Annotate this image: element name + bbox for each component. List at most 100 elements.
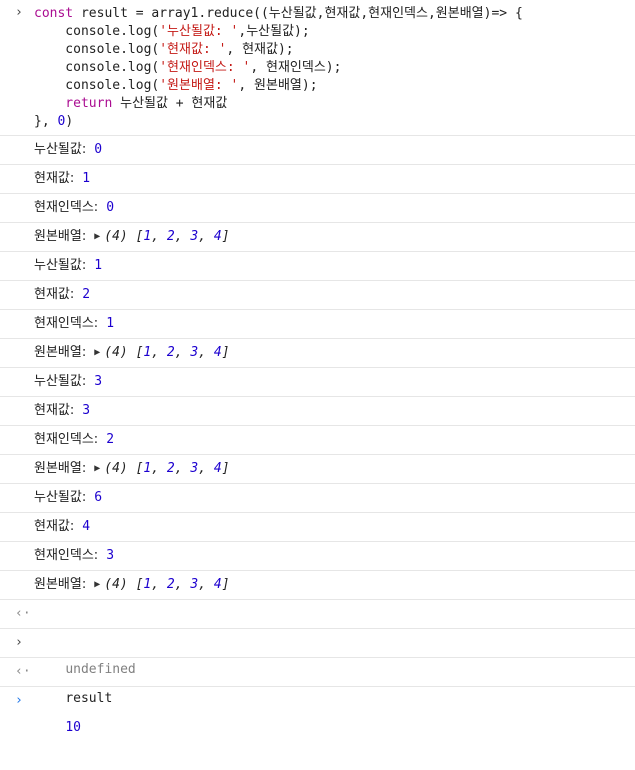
log-label: 현재인덱스:	[34, 432, 99, 447]
array-item: 2	[166, 345, 175, 360]
log-value: 0	[94, 142, 103, 157]
expand-triangle-icon[interactable]: ▶	[94, 339, 100, 367]
log-label: 현재값:	[34, 287, 75, 302]
log-label: 현재값:	[34, 171, 75, 186]
log-value: 1	[94, 258, 103, 273]
code-token: result = array1.reduce((누산될값,현재값,현재인덱스,원…	[73, 6, 523, 21]
log-value: 4	[82, 519, 91, 534]
log-message: 현재인덱스: 1	[0, 310, 635, 339]
code-token: console.log(	[34, 42, 160, 57]
return-value: 10	[65, 720, 81, 735]
array-length: (4)	[104, 461, 128, 476]
command-entry[interactable]: › result	[0, 629, 635, 706]
code-token: '누산될값: '	[159, 24, 239, 39]
array-preview[interactable]: ▶ (4) [1, 2, 3, 4]	[94, 229, 229, 244]
log-label: 현재값:	[34, 519, 75, 534]
code-token: , 현재인덱스);	[250, 60, 342, 75]
code-token: '원본배열: '	[159, 78, 239, 93]
log-value: 1	[106, 316, 115, 331]
input-prompt-icon: ›	[15, 5, 23, 20]
array-item: 4	[213, 229, 222, 244]
log-value: 1	[82, 171, 91, 186]
log-value: 6	[94, 490, 103, 505]
log-message: 원본배열: ▶ (4) [1, 2, 3, 4]	[0, 339, 635, 368]
expand-triangle-icon[interactable]: ▶	[94, 223, 100, 251]
log-message: 누산될값: 1	[0, 252, 635, 281]
log-label: 원본배열:	[34, 345, 87, 360]
return-arrow-icon: ‹·	[15, 664, 31, 679]
log-label: 누산될값:	[34, 142, 87, 157]
log-message: 현재값: 1	[0, 165, 635, 194]
log-messages: 누산될값: 0 현재값: 1 현재인덱스: 0 원본배열: ▶ (4) [1, 2, 3, 4]…	[0, 136, 635, 600]
log-message: 누산될값: 6	[0, 484, 635, 513]
code-token: return	[34, 96, 113, 111]
expand-triangle-icon[interactable]: ▶	[94, 455, 100, 483]
array-item: 3	[190, 577, 199, 592]
array-items: [1, 2, 3, 4]	[127, 345, 230, 360]
return-value-row: ‹· undefined	[0, 600, 635, 677]
console-input-entry[interactable]: › const result = array1.reduce((누산될값,현재값…	[0, 0, 635, 136]
array-length: (4)	[104, 229, 128, 244]
array-item: 3	[190, 345, 199, 360]
log-label: 누산될값:	[34, 258, 87, 273]
code-token: , 원본배열);	[238, 78, 318, 93]
log-message: 현재값: 2	[0, 281, 635, 310]
code-token: console.log(	[34, 24, 160, 39]
array-item: 1	[143, 577, 152, 592]
code-token: console.log(	[34, 78, 160, 93]
code-line: const result = array1.reduce((누산될값,현재값,현…	[34, 5, 635, 23]
code-token: console.log(	[34, 60, 160, 75]
log-label: 누산될값:	[34, 374, 87, 389]
log-label: 원본배열:	[34, 229, 87, 244]
array-item: 4	[213, 577, 222, 592]
code-token: )	[65, 114, 74, 129]
devtools-console: › const result = array1.reduce((누산될값,현재값…	[0, 0, 635, 735]
log-message: 원본배열: ▶ (4) [1, 2, 3, 4]	[0, 455, 635, 484]
log-label: 현재인덱스:	[34, 548, 99, 563]
array-items: [1, 2, 3, 4]	[127, 577, 230, 592]
log-value: 2	[82, 287, 91, 302]
array-item: 2	[166, 461, 175, 476]
code-line: console.log('누산될값: ',누산될값);	[34, 23, 635, 41]
code-line: console.log('현재인덱스: ', 현재인덱스);	[34, 59, 635, 77]
log-label: 현재인덱스:	[34, 200, 99, 215]
code-line: console.log('현재값: ', 현재값);	[34, 41, 635, 59]
log-message: 원본배열: ▶ (4) [1, 2, 3, 4]	[0, 223, 635, 252]
log-label: 원본배열:	[34, 461, 87, 476]
array-item: 4	[213, 461, 222, 476]
code-block: const result = array1.reduce((누산될값,현재값,현…	[34, 5, 635, 131]
log-value: 3	[106, 548, 115, 563]
code-line: console.log('원본배열: ', 원본배열);	[34, 77, 635, 95]
code-token: '현재값: '	[159, 42, 227, 57]
log-value: 3	[94, 374, 103, 389]
array-preview[interactable]: ▶ (4) [1, 2, 3, 4]	[94, 345, 229, 360]
return-value-row: ‹· 10	[0, 658, 635, 735]
array-item: 3	[190, 229, 199, 244]
code-token: ,누산될값);	[238, 24, 310, 39]
log-label: 누산될값:	[34, 490, 87, 505]
expand-triangle-icon[interactable]: ▶	[94, 571, 100, 599]
return-arrow-icon: ‹·	[15, 606, 31, 621]
log-message: 누산될값: 3	[0, 368, 635, 397]
code-token: , 현재값);	[226, 42, 294, 57]
array-items: [1, 2, 3, 4]	[127, 229, 230, 244]
array-item: 2	[166, 229, 175, 244]
log-message: 원본배열: ▶ (4) [1, 2, 3, 4]	[0, 571, 635, 600]
log-message: 현재인덱스: 0	[0, 194, 635, 223]
array-preview[interactable]: ▶ (4) [1, 2, 3, 4]	[94, 461, 229, 476]
code-token: },	[34, 114, 58, 129]
log-label: 현재인덱스:	[34, 316, 99, 331]
log-message: 현재인덱스: 2	[0, 426, 635, 455]
code-line: return 누산될값 + 현재값	[34, 95, 635, 113]
code-line: }, 0)	[34, 113, 635, 131]
log-label: 원본배열:	[34, 577, 87, 592]
command-prompt-icon: ›	[15, 635, 23, 650]
array-item: 2	[166, 577, 175, 592]
code-token: 누산될값 + 현재값	[112, 96, 228, 111]
array-preview[interactable]: ▶ (4) [1, 2, 3, 4]	[94, 577, 229, 592]
console-prompt-input[interactable]: ›	[0, 687, 635, 715]
array-item: 1	[143, 229, 152, 244]
array-items: [1, 2, 3, 4]	[127, 461, 230, 476]
prompt-caret-icon: ›	[15, 693, 23, 708]
log-label: 현재값:	[34, 403, 75, 418]
